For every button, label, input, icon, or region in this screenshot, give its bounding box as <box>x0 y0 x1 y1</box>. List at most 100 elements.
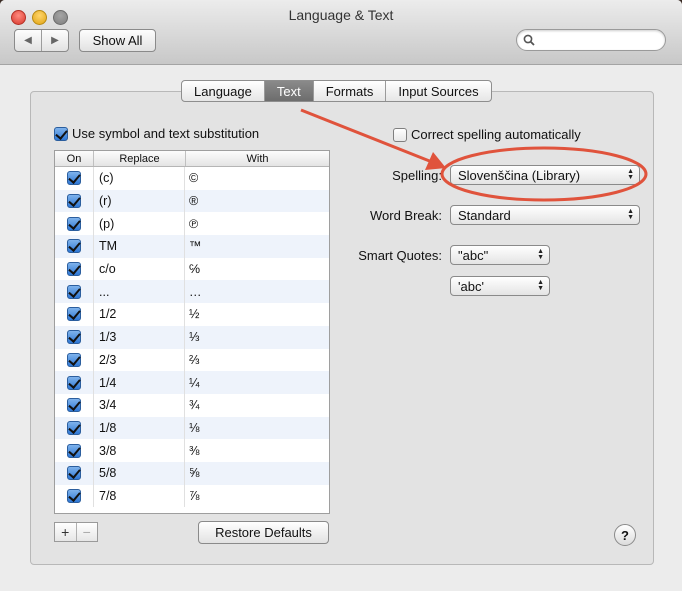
use-substitution-option[interactable]: Use symbol and text substitution <box>54 126 259 141</box>
search-field[interactable] <box>516 29 666 51</box>
forward-arrow-icon: ▶ <box>51 35 59 46</box>
with-cell[interactable]: © <box>184 167 329 190</box>
replace-cell[interactable]: TM <box>93 235 184 258</box>
tab-input-sources[interactable]: Input Sources <box>385 81 490 101</box>
single-quotes-popup[interactable]: 'abc' ▲ ▼ <box>450 276 550 296</box>
search-icon <box>523 34 535 46</box>
table-row[interactable]: 1/8 ⅛ <box>55 416 329 440</box>
spelling-label: Spelling: <box>392 168 442 183</box>
with-cell[interactable]: ½ <box>184 303 329 326</box>
with-cell[interactable]: ⅞ <box>184 484 329 508</box>
word-break-popup[interactable]: Standard ▲ ▼ <box>450 205 640 225</box>
add-row-button[interactable]: + <box>55 523 76 541</box>
with-cell[interactable]: ⅓ <box>184 325 329 349</box>
row-on-cell <box>55 171 93 186</box>
help-button[interactable]: ? <box>614 524 636 546</box>
replace-cell[interactable]: (c) <box>93 167 184 190</box>
with-cell[interactable]: ® <box>184 189 329 213</box>
replace-cell[interactable]: 3/4 <box>93 393 184 417</box>
replace-cell[interactable]: (p) <box>93 212 184 236</box>
replace-cell[interactable]: (r) <box>93 189 184 213</box>
with-cell[interactable]: ⅜ <box>184 439 329 462</box>
table-row[interactable]: 1/2 ½ <box>55 303 329 326</box>
replace-cell[interactable]: ... <box>93 280 184 304</box>
row-enabled-checkbox[interactable] <box>67 194 81 209</box>
column-header-with[interactable]: With <box>185 151 329 166</box>
row-enabled-checkbox[interactable] <box>67 443 81 458</box>
row-enabled-checkbox[interactable] <box>67 262 81 277</box>
show-all-button[interactable]: Show All <box>79 29 156 52</box>
tab-formats[interactable]: Formats <box>312 81 386 101</box>
forward-button[interactable]: ▶ <box>41 30 68 51</box>
with-cell[interactable]: ™ <box>184 235 329 258</box>
row-enabled-checkbox[interactable] <box>67 171 81 186</box>
column-header-on[interactable]: On <box>55 151 93 166</box>
replace-cell[interactable]: 1/8 <box>93 416 184 440</box>
single-quotes-value: 'abc' <box>458 278 484 294</box>
row-enabled-checkbox[interactable] <box>67 239 81 254</box>
replace-cell[interactable]: 7/8 <box>93 484 184 508</box>
with-cell[interactable]: ¾ <box>184 393 329 417</box>
double-quotes-popup[interactable]: "abc" ▲ ▼ <box>450 245 550 265</box>
row-on-cell <box>55 284 93 299</box>
replace-cell[interactable]: 1/4 <box>93 371 184 394</box>
add-remove-buttons: + − <box>54 522 98 542</box>
row-enabled-checkbox[interactable] <box>67 398 81 413</box>
spelling-value: Slovenščina (Library) <box>458 167 581 183</box>
with-cell[interactable]: ¼ <box>184 371 329 394</box>
table-row[interactable]: TM ™ <box>55 235 329 258</box>
table-row[interactable]: 7/8 ⅞ <box>55 484 329 508</box>
row-enabled-checkbox[interactable] <box>67 375 81 390</box>
correct-spelling-checkbox[interactable] <box>393 127 407 142</box>
popup-arrows-icon: ▲ ▼ <box>627 168 634 181</box>
table-row[interactable]: 3/4 ¾ <box>55 393 329 417</box>
table-row[interactable]: 2/3 ⅔ <box>55 348 329 372</box>
replace-cell[interactable]: 5/8 <box>93 461 184 485</box>
tab-language[interactable]: Language <box>182 81 264 101</box>
popup-arrows-icon: ▲ ▼ <box>627 208 634 221</box>
with-cell[interactable]: ⅔ <box>184 348 329 372</box>
replace-cell[interactable]: c/o <box>93 257 184 281</box>
table-row[interactable]: c/o ℅ <box>55 257 329 281</box>
tab-text[interactable]: Text <box>263 81 313 101</box>
replace-cell[interactable]: 1/2 <box>93 303 184 326</box>
table-body: (c) © (r) ® (p) ℗ TM ™ c/o ℅...… 1/2 ½ 1/3 ⅓ 2/3 ⅔ 1/4 ¼ 3… <box>55 167 329 508</box>
table-row[interactable]: ...… <box>55 280 329 304</box>
spelling-popup[interactable]: Slovenščina (Library) ▲ ▼ <box>450 165 640 185</box>
with-cell[interactable]: ℗ <box>184 212 329 236</box>
popup-arrows-icon: ▲ ▼ <box>537 248 544 261</box>
row-enabled-checkbox[interactable] <box>67 352 81 367</box>
column-header-replace[interactable]: Replace <box>93 151 185 166</box>
with-cell[interactable]: ℅ <box>184 257 329 281</box>
table-row[interactable]: (p) ℗ <box>55 212 329 236</box>
row-enabled-checkbox[interactable] <box>67 330 81 345</box>
replace-cell[interactable]: 3/8 <box>93 439 184 462</box>
with-cell[interactable]: … <box>184 280 329 304</box>
use-substitution-checkbox[interactable] <box>54 126 68 141</box>
row-enabled-checkbox[interactable] <box>67 284 81 299</box>
with-cell[interactable]: ⅛ <box>184 416 329 440</box>
with-cell[interactable]: ⅝ <box>184 461 329 485</box>
row-enabled-checkbox[interactable] <box>67 307 81 322</box>
row-enabled-checkbox[interactable] <box>67 216 81 231</box>
row-on-cell <box>55 352 93 367</box>
row-enabled-checkbox[interactable] <box>67 488 81 503</box>
table-row[interactable]: 5/8 ⅝ <box>55 461 329 485</box>
preferences-window: Language & Text ◀ ▶ Show All Language Te… <box>0 0 682 591</box>
correct-spelling-option[interactable]: Correct spelling automatically <box>393 127 581 142</box>
replace-cell[interactable]: 1/3 <box>93 325 184 349</box>
back-forward-buttons: ◀ ▶ <box>14 29 69 52</box>
back-button[interactable]: ◀ <box>15 30 41 51</box>
remove-row-button[interactable]: − <box>75 523 98 541</box>
replace-cell[interactable]: 2/3 <box>93 348 184 372</box>
table-row[interactable]: 1/3 ⅓ <box>55 325 329 349</box>
substitution-table[interactable]: On Replace With (c) © (r) ® (p) ℗ TM ™ c/o ℅...… 1… <box>54 150 330 514</box>
row-enabled-checkbox[interactable] <box>67 466 81 481</box>
table-row[interactable]: 1/4 ¼ <box>55 371 329 394</box>
row-on-cell <box>55 330 93 345</box>
restore-defaults-button[interactable]: Restore Defaults <box>198 521 329 544</box>
table-row[interactable]: (r) ® <box>55 189 329 213</box>
table-row[interactable]: 3/8 ⅜ <box>55 439 329 462</box>
row-enabled-checkbox[interactable] <box>67 420 81 435</box>
table-row[interactable]: (c) © <box>55 167 329 190</box>
